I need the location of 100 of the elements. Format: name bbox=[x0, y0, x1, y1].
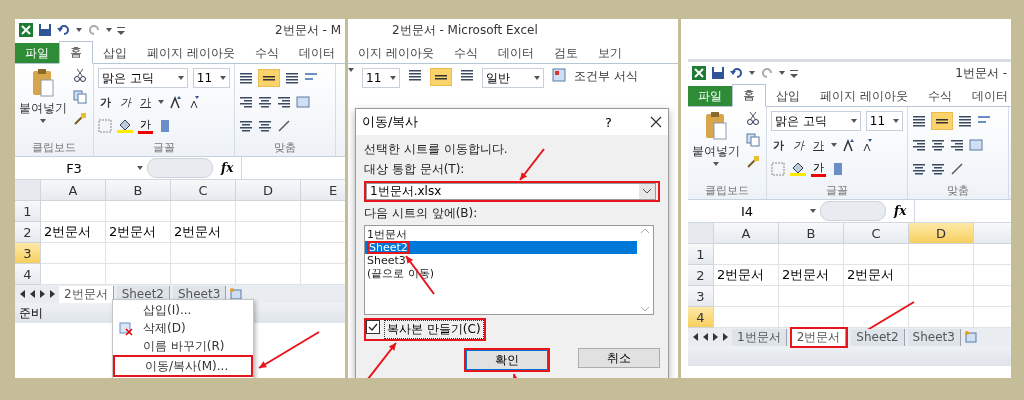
top-align-icon[interactable] bbox=[912, 114, 926, 128]
fill-color-icon[interactable] bbox=[117, 119, 133, 133]
bottom-align-icon[interactable] bbox=[460, 68, 474, 82]
ribbon-tab[interactable]: 수식 bbox=[245, 43, 289, 63]
format-painter-icon[interactable] bbox=[746, 155, 760, 169]
bottom-align-icon[interactable] bbox=[285, 71, 299, 85]
font-style-button[interactable]: 가 bbox=[771, 137, 786, 153]
top-align-icon[interactable] bbox=[239, 71, 253, 85]
indent-icon[interactable] bbox=[239, 119, 253, 133]
ribbon-tab[interactable]: 수식 bbox=[443, 43, 488, 63]
shrink-font-icon[interactable] bbox=[861, 138, 875, 152]
ribbon-tab[interactable]: 홈 bbox=[59, 41, 94, 64]
formula-bar-handle[interactable] bbox=[147, 158, 213, 178]
scissors-icon[interactable] bbox=[73, 68, 87, 82]
align-right-icon[interactable] bbox=[950, 138, 964, 152]
copy-icon[interactable] bbox=[73, 90, 87, 104]
font-size-field[interactable]: 11 bbox=[362, 68, 400, 88]
column-header[interactable]: C bbox=[844, 223, 909, 244]
row-header[interactable]: 4 bbox=[688, 307, 714, 328]
font-size-field[interactable]: 11 bbox=[865, 111, 903, 131]
align-center-icon[interactable] bbox=[258, 95, 272, 109]
workbook-dropdown[interactable]: 1번문서.xlsx bbox=[366, 183, 656, 200]
orientation-icon[interactable] bbox=[950, 162, 964, 176]
shrink-font-icon[interactable] bbox=[188, 95, 202, 109]
ribbon-tab[interactable]: 보기 bbox=[587, 43, 632, 63]
row-header[interactable]: 2 bbox=[688, 265, 714, 286]
middle-align-icon[interactable] bbox=[430, 68, 452, 86]
menu-item[interactable]: 삽입(I)... bbox=[113, 301, 253, 319]
file-tab[interactable]: 파일 bbox=[688, 86, 732, 106]
ribbon-tab[interactable]: 데이터 bbox=[961, 86, 1011, 106]
first-sheet-icon[interactable] bbox=[692, 333, 699, 341]
last-sheet-icon[interactable] bbox=[722, 333, 729, 341]
row-header[interactable]: 3 bbox=[688, 286, 714, 307]
font-style-button[interactable]: 가 bbox=[791, 137, 806, 153]
grow-font-icon[interactable] bbox=[169, 95, 183, 109]
font-style-button[interactable]: 가 bbox=[811, 137, 826, 153]
undo-icon[interactable] bbox=[57, 23, 71, 37]
name-box[interactable]: I4 bbox=[688, 203, 806, 219]
next-sheet-icon[interactable] bbox=[712, 333, 719, 341]
ribbon-tab[interactable]: 홈 bbox=[732, 84, 766, 107]
ribbon-tab[interactable]: 페이지 레이아웃 bbox=[137, 43, 245, 63]
menu-item[interactable]: 이름 바꾸기(R) bbox=[113, 337, 253, 355]
clipboard-icon[interactable] bbox=[31, 68, 55, 98]
conditional-format-button[interactable]: 조건부 서식 bbox=[574, 68, 638, 85]
paste-button[interactable]: 붙여넣기 bbox=[19, 100, 67, 117]
close-icon[interactable] bbox=[650, 116, 662, 128]
format-painter-icon[interactable] bbox=[73, 112, 87, 126]
sheet-tab[interactable]: Sheet2 bbox=[851, 328, 905, 346]
ribbon-tab[interactable]: 삽입 bbox=[93, 43, 138, 63]
delete-sheet-icon[interactable] bbox=[119, 322, 133, 336]
font-name-field[interactable]: 맑은 고딕 bbox=[771, 111, 861, 131]
conditional-format-icon[interactable] bbox=[552, 68, 566, 82]
top-align-icon[interactable] bbox=[408, 68, 422, 82]
row-header[interactable]: 2 bbox=[15, 222, 41, 243]
row-header[interactable]: 1 bbox=[688, 244, 714, 265]
number-format-field[interactable]: 일반 bbox=[482, 68, 544, 88]
phonetic-icon[interactable] bbox=[158, 119, 172, 133]
save-icon[interactable] bbox=[38, 23, 52, 37]
paste-button[interactable]: 붙여넣기 bbox=[692, 143, 740, 160]
outdent-icon[interactable] bbox=[258, 119, 272, 133]
align-right-icon[interactable] bbox=[277, 95, 291, 109]
next-sheet-icon[interactable] bbox=[39, 290, 46, 298]
save-icon[interactable] bbox=[711, 66, 725, 80]
row-header[interactable]: 4 bbox=[15, 264, 41, 285]
column-header[interactable]: D bbox=[236, 180, 301, 201]
prev-sheet-icon[interactable] bbox=[702, 333, 709, 341]
column-header[interactable]: A bbox=[41, 180, 106, 201]
prev-sheet-icon[interactable] bbox=[29, 290, 36, 298]
formula-bar-handle[interactable] bbox=[820, 201, 886, 221]
ribbon-tab[interactable]: 데이터 bbox=[289, 43, 345, 63]
grow-font-icon[interactable] bbox=[842, 138, 856, 152]
menu-item[interactable]: 이동/복사(M)... bbox=[115, 357, 251, 375]
font-color-button[interactable]: 가 bbox=[138, 118, 153, 134]
file-tab[interactable]: 파일 bbox=[15, 43, 60, 63]
font-style-button[interactable]: 가 bbox=[118, 94, 133, 110]
row-header[interactable]: 3 bbox=[15, 243, 41, 264]
sheet-tab[interactable]: 1번문서 bbox=[732, 328, 787, 346]
column-header[interactable]: B bbox=[106, 180, 171, 201]
undo-icon[interactable] bbox=[730, 66, 744, 80]
list-option[interactable]: Sheet3 bbox=[365, 254, 637, 267]
indent-icon[interactable] bbox=[912, 162, 926, 176]
outdent-icon[interactable] bbox=[931, 162, 945, 176]
checkbox-label[interactable]: 복사본 만들기(C) bbox=[384, 320, 484, 339]
sheet-tab[interactable]: 2번문서 bbox=[59, 285, 114, 303]
orientation-icon[interactable] bbox=[277, 119, 291, 133]
sheet-tab[interactable]: 2번문서 bbox=[791, 328, 847, 346]
bottom-align-icon[interactable] bbox=[958, 114, 972, 128]
column-header[interactable]: A bbox=[714, 223, 779, 244]
customize-icon[interactable] bbox=[117, 25, 125, 35]
align-left-icon[interactable] bbox=[912, 138, 926, 152]
column-header[interactable]: B bbox=[779, 223, 844, 244]
help-button[interactable]: ? bbox=[605, 114, 612, 130]
ribbon-tab[interactable]: 검토 bbox=[543, 43, 588, 63]
insert-function-button[interactable]: fx bbox=[217, 161, 238, 175]
middle-align-icon[interactable] bbox=[931, 112, 953, 130]
align-center-icon[interactable] bbox=[931, 138, 945, 152]
copy-icon[interactable] bbox=[746, 133, 760, 147]
fill-color-icon[interactable] bbox=[790, 162, 806, 176]
font-name-field[interactable]: 맑은 고딕 bbox=[98, 68, 188, 88]
cancel-button[interactable]: 취소 bbox=[578, 348, 660, 368]
